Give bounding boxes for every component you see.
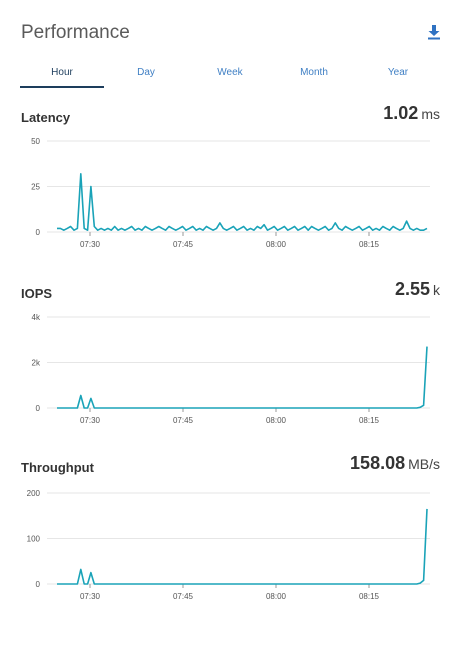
- iops-value: 2.55 k: [395, 279, 440, 300]
- x-tick-label: 08:00: [266, 416, 287, 425]
- y-tick-label: 0: [36, 228, 41, 237]
- iops-number: 2.55: [394, 279, 430, 299]
- header: Performance: [21, 22, 441, 46]
- latency-chart: 0 25 50 07:30 07:45 08:00 08:15: [31, 137, 430, 249]
- x-tick-label: 07:30: [80, 416, 101, 425]
- latency-unit: ms: [421, 106, 440, 122]
- x-tick-label: 08:15: [359, 240, 380, 249]
- throughput-chart: 0 100 200 07:30 07:45 08:00 08:15: [27, 489, 430, 601]
- tab-week[interactable]: Week: [188, 64, 272, 86]
- tab-month[interactable]: Month: [272, 64, 356, 86]
- series-line: [57, 346, 428, 409]
- throughput-value: 158.08 MB/s: [350, 453, 440, 474]
- download-icon[interactable]: [427, 24, 441, 40]
- y-tick-label: 100: [27, 535, 41, 544]
- throughput-number: 158.08: [350, 453, 406, 473]
- x-tick-label: 08:15: [359, 592, 380, 601]
- time-range-tabs: Hour Day Week Month Year: [20, 64, 440, 88]
- tab-hour[interactable]: Hour: [20, 64, 104, 88]
- y-tick-label: 0: [36, 404, 41, 413]
- iops-chart: 0 2k 4k 07:30 07:45 08:00 08:15: [32, 313, 430, 425]
- y-tick-label: 200: [27, 489, 41, 498]
- x-tick-label: 07:45: [173, 416, 194, 425]
- x-tick-label: 07:45: [173, 592, 194, 601]
- y-tick-label: 0: [36, 580, 41, 589]
- series-line: [57, 508, 428, 585]
- throughput-label: Throughput: [21, 460, 94, 475]
- x-tick-label: 07:45: [173, 240, 194, 249]
- y-tick-label: 2k: [32, 359, 41, 368]
- x-tick-label: 07:30: [80, 592, 101, 601]
- tab-year[interactable]: Year: [356, 64, 440, 86]
- latency-number: 1.02: [383, 103, 419, 123]
- iops-label: IOPS: [21, 286, 53, 301]
- throughput-unit: MB/s: [408, 456, 440, 472]
- latency-label: Latency: [21, 110, 71, 125]
- x-tick-label: 08:15: [359, 416, 380, 425]
- y-tick-label: 25: [31, 183, 40, 192]
- x-tick-label: 07:30: [80, 240, 101, 249]
- series-line: [57, 172, 428, 231]
- latency-value: 1.02 ms: [383, 103, 440, 124]
- x-tick-label: 08:00: [266, 240, 287, 249]
- y-tick-label: 50: [31, 137, 40, 146]
- x-tick-label: 08:00: [266, 592, 287, 601]
- tab-day[interactable]: Day: [104, 64, 188, 86]
- page-title: Performance: [21, 22, 130, 43]
- iops-unit: k: [433, 282, 440, 298]
- y-tick-label: 4k: [32, 313, 41, 322]
